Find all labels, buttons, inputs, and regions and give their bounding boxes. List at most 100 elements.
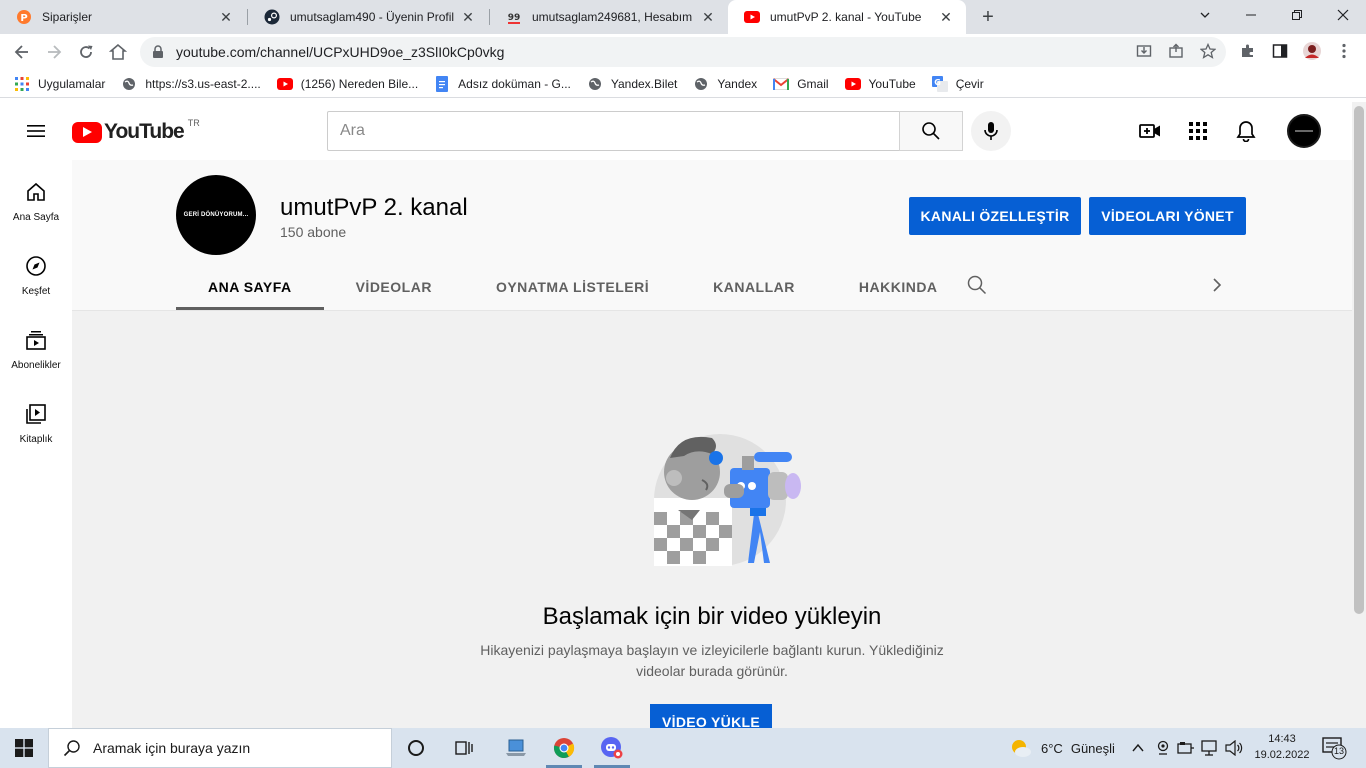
apps-button[interactable]	[1186, 119, 1210, 143]
tab-channels[interactable]: KANALLAR	[681, 264, 827, 310]
action-center-button[interactable]: 13	[1322, 736, 1348, 760]
close-icon[interactable]: ✕	[460, 9, 476, 25]
close-icon[interactable]: ✕	[938, 9, 954, 25]
bookmark-apps[interactable]: Uygulamalar	[14, 76, 105, 92]
bookmarks-bar: Uygulamalar https://s3.us-east-2.... (12…	[0, 70, 1366, 98]
browser-tab-3[interactable]: 99 umutsaglam249681, Hesabım Sat ✕	[490, 0, 728, 34]
share-button[interactable]	[1166, 41, 1186, 61]
extensions-button[interactable]	[1238, 41, 1258, 61]
guide-item-library[interactable]: Kitaplık	[0, 382, 72, 456]
guide-label: Abonelikler	[11, 360, 61, 371]
browser-tab-4-active[interactable]: umutPvP 2. kanal - YouTube ✕	[728, 0, 966, 34]
system-clock[interactable]: 14:43 19.02.2022	[1254, 731, 1310, 763]
steam-icon	[264, 9, 280, 25]
manage-videos-button[interactable]: VİDEOLARI YÖNET	[1089, 197, 1246, 235]
channel-header: GERİ DÖNÜYORUM... umutPvP 2. kanal 150 a…	[72, 160, 1352, 310]
browser-tab-1[interactable]: P Siparişler ✕	[0, 0, 246, 34]
reload-icon	[80, 45, 93, 58]
create-video-button[interactable]	[1138, 119, 1162, 143]
voice-search-button[interactable]	[971, 111, 1011, 151]
channel-avatar[interactable]: GERİ DÖNÜYORUM...	[176, 175, 256, 255]
back-button[interactable]	[8, 38, 36, 66]
bookmark-gmail[interactable]: Gmail	[773, 76, 829, 92]
bookmark-google-doc[interactable]: Adsız doküman - G...	[434, 75, 571, 92]
home-icon	[109, 43, 127, 60]
tabs-scroll-right-button[interactable]	[1206, 274, 1230, 298]
weather-widget[interactable]: 6°C Güneşli	[1010, 728, 1115, 768]
cortana-button[interactable]	[392, 728, 440, 768]
show-hidden-icons-button[interactable]	[1128, 738, 1148, 758]
start-button[interactable]	[0, 728, 48, 768]
page-scrollbar-thumb[interactable]	[1354, 106, 1364, 614]
tab-videos[interactable]: VİDEOLAR	[324, 264, 464, 310]
channel-name: umutPvP 2. kanal	[280, 194, 468, 221]
side-panel-button[interactable]	[1270, 41, 1290, 61]
hamburger-icon	[27, 125, 45, 137]
task-view-button[interactable]	[440, 728, 488, 768]
star-icon	[1200, 43, 1216, 59]
search-button[interactable]	[899, 111, 963, 151]
reload-button[interactable]	[72, 38, 100, 66]
channel-avatar-text: GERİ DÖNÜYORUM...	[183, 212, 249, 218]
globe-icon	[693, 76, 709, 92]
taskbar-app-desktop[interactable]	[492, 728, 540, 768]
close-icon[interactable]: ✕	[218, 9, 234, 25]
chevron-down-icon	[1200, 12, 1210, 18]
tray-webcam-icon[interactable]	[1153, 738, 1173, 758]
tab-about[interactable]: HAKKINDA	[827, 264, 970, 310]
home-button[interactable]	[104, 38, 132, 66]
laptop-icon	[506, 739, 526, 756]
profile-button[interactable]	[1302, 41, 1322, 61]
tab-home[interactable]: ANA SAYFA	[176, 264, 324, 310]
search-input[interactable]: Ara	[327, 111, 900, 151]
bookmark-yandex-bilet[interactable]: Yandex.Bilet	[587, 76, 677, 92]
lock-icon	[153, 45, 163, 58]
address-bar[interactable]: youtube.com/channel/UCPxUHD9oe_z3SlI0kCp…	[140, 37, 1226, 67]
minimize-button[interactable]	[1228, 0, 1274, 30]
account-avatar[interactable]	[1287, 114, 1321, 148]
forward-button[interactable]	[40, 38, 68, 66]
tab-playlists[interactable]: OYNATMA LİSTELERİ	[464, 264, 681, 310]
guide-menu-button[interactable]	[24, 119, 48, 143]
taskbar-app-chrome[interactable]	[540, 728, 588, 768]
bookmark-star-button[interactable]	[1198, 41, 1218, 61]
customize-channel-button[interactable]: KANALI ÖZELLEŞTİR	[909, 197, 1081, 235]
bookmark-s3[interactable]: https://s3.us-east-2....	[121, 76, 261, 92]
youtube-icon	[744, 9, 760, 25]
bookmark-youtube[interactable]: YouTube	[844, 76, 916, 92]
notifications-button[interactable]	[1234, 119, 1258, 143]
bell-icon	[1236, 121, 1256, 142]
channel-search-button[interactable]	[966, 274, 990, 298]
tray-pen-icon[interactable]	[1176, 738, 1196, 758]
bookmark-translate[interactable]: G Çevir	[931, 75, 984, 92]
install-app-button[interactable]	[1134, 41, 1154, 61]
browser-toolbar: youtube.com/channel/UCPxUHD9oe_z3SlI0kCp…	[0, 34, 1366, 70]
browser-menu-button[interactable]	[1334, 41, 1354, 61]
tab-search-button[interactable]	[1182, 0, 1228, 30]
guide-item-explore[interactable]: Keşfet	[0, 234, 72, 308]
subscriptions-icon	[24, 328, 48, 352]
restore-button[interactable]	[1274, 0, 1320, 30]
tray-volume-icon[interactable]	[1224, 738, 1244, 758]
bookmark-youtube-video[interactable]: (1256) Nereden Bile...	[276, 76, 418, 92]
bookmark-yandex[interactable]: Yandex	[693, 76, 757, 92]
tab-title: umutPvP 2. kanal - YouTube	[770, 10, 922, 24]
taskbar-search-input[interactable]: Aramak için buraya yazın	[48, 728, 392, 768]
close-icon[interactable]: ✕	[700, 9, 716, 25]
youtube-icon	[276, 76, 293, 92]
pen-workspace-icon	[1177, 742, 1194, 754]
arrow-right-icon	[48, 45, 62, 59]
guide-item-subscriptions[interactable]: Abonelikler	[0, 308, 72, 382]
guide-item-home[interactable]: Ana Sayfa	[0, 160, 72, 234]
youtube-logo[interactable]: YouTube TR	[72, 118, 200, 144]
empty-state-description: Hikayenizi paylaşmaya başlayın ve izleyi…	[480, 642, 944, 679]
weather-temp: 6°C	[1041, 740, 1063, 756]
browser-tab-strip: P Siparişler ✕ umutsaglam490 - Üyenin Pr…	[0, 0, 1366, 34]
apps-grid-icon	[1189, 122, 1207, 140]
close-window-button[interactable]	[1320, 0, 1366, 30]
taskbar-app-discord[interactable]	[588, 728, 636, 768]
new-tab-button[interactable]: +	[976, 5, 1000, 29]
upload-video-button[interactable]: VİDEO YÜKLE	[650, 704, 772, 728]
browser-tab-2[interactable]: umutsaglam490 - Üyenin Profili ✕	[248, 0, 488, 34]
tray-network-icon[interactable]	[1200, 738, 1220, 758]
